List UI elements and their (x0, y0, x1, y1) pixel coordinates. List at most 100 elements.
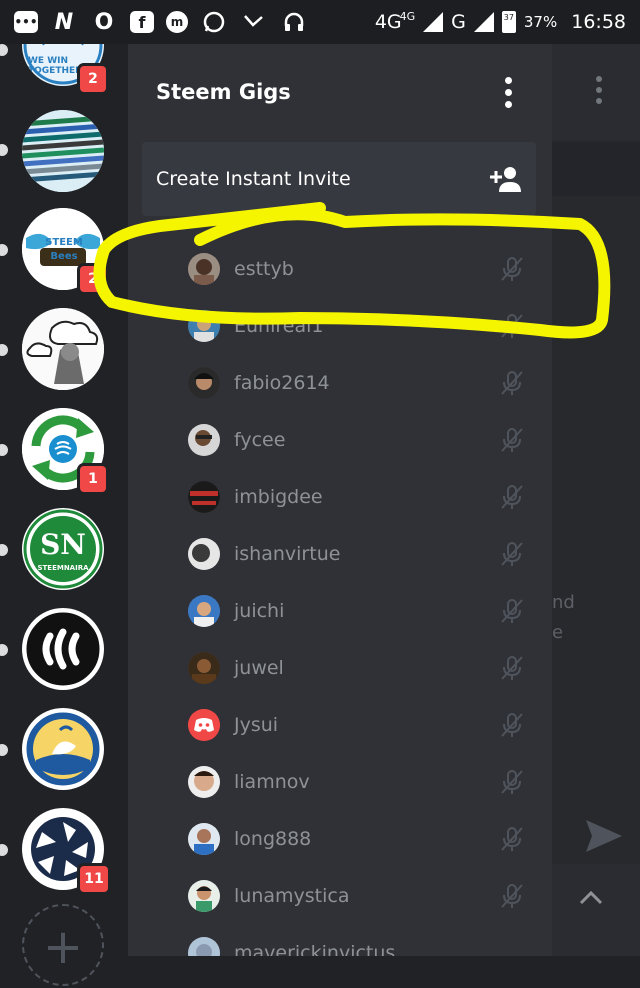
messenger-m-icon: m (166, 11, 188, 33)
member-name: maverickinvictus (234, 942, 396, 956)
chat-area: nd e (552, 44, 640, 956)
discord-default-avatar-icon (188, 709, 220, 741)
facebook-icon: f (130, 11, 154, 33)
unread-indicator (0, 344, 8, 356)
avatar (188, 709, 220, 741)
more-options-icon[interactable] (505, 76, 524, 108)
member-name: Jysui (234, 714, 279, 736)
network-type: 4G (374, 11, 402, 33)
unread-indicator (0, 844, 8, 856)
server-icon-cloud-statue[interactable] (22, 308, 104, 390)
battery-icon: 37 (501, 11, 516, 33)
notification-icons: ••• N O f m (14, 8, 308, 36)
avatar (188, 367, 220, 399)
member-name: juwel (234, 657, 284, 679)
avatar (188, 766, 220, 798)
server-icon-steemit[interactable] (22, 608, 104, 690)
chat-text-fragment: nd (552, 592, 575, 613)
muted-mic-icon (500, 769, 524, 795)
status-bar: ••• N O f m 4G 4G G 37 37% 16:58 (0, 0, 640, 44)
add-server-button[interactable]: + (22, 904, 104, 986)
member-name: ishanvirtue (234, 543, 341, 565)
member-name: Eunireal1 (234, 315, 324, 337)
member-row[interactable]: Eunireal1 (188, 306, 524, 346)
avatar (188, 823, 220, 855)
member-row[interactable]: juichi (188, 591, 524, 631)
unread-indicator (0, 444, 8, 456)
member-row[interactable]: juwel (188, 648, 524, 688)
avatar (188, 652, 220, 684)
member-panel: Steem Gigs Create Instant Invite esttyb … (128, 44, 552, 956)
unread-indicator (0, 544, 8, 556)
carrier-type: G (451, 11, 466, 33)
avatar (188, 481, 220, 513)
member-name: fycee (234, 429, 286, 451)
chat-header (552, 44, 640, 140)
unread-indicator (0, 744, 8, 756)
send-icon[interactable] (584, 818, 624, 858)
muted-mic-icon (500, 256, 524, 282)
signal-icon (423, 12, 444, 32)
member-row[interactable]: ishanvirtue (188, 534, 524, 574)
battery-icon-text: 37 (503, 13, 514, 22)
muted-mic-icon (500, 427, 524, 453)
member-row[interactable]: maverickinvictus (188, 933, 524, 956)
clock: 16:58 (571, 11, 626, 33)
member-row[interactable]: Jysui (188, 705, 524, 745)
muted-mic-icon (500, 826, 524, 852)
member-row[interactable]: imbigdee (188, 477, 524, 517)
chat-text-fragment: e (552, 622, 564, 643)
n-app-icon: N (54, 9, 74, 35)
member-name: long888 (234, 828, 312, 850)
member-name: lunamystica (234, 885, 350, 907)
muted-mic-icon (500, 484, 524, 510)
member-name: imbigdee (234, 486, 323, 508)
chat-more-options-icon[interactable] (596, 76, 602, 104)
server-icon-whale[interactable] (22, 708, 104, 790)
avatar (188, 538, 220, 570)
opera-icon: O (94, 9, 114, 35)
muted-mic-icon (500, 655, 524, 681)
signal-icon-2 (473, 12, 494, 32)
unread-indicator (0, 144, 8, 156)
whatsapp-icon (200, 8, 228, 36)
system-status: 4G 4G G 37 37% 16:58 (374, 9, 626, 33)
member-name: liamnov (234, 771, 310, 793)
member-name: esttyb (234, 258, 294, 280)
member-row[interactable]: esttyb (188, 249, 524, 289)
create-instant-invite-button[interactable]: Create Instant Invite (142, 142, 536, 216)
panel-header: Steem Gigs (128, 44, 552, 140)
server-rail: WE WIN TOGETHER 2 STEEM Bees 2 1 SN STEE… (0, 4, 128, 986)
member-row[interactable]: long888 (188, 819, 524, 859)
muted-mic-icon (500, 883, 524, 909)
server-icon-steemnaira[interactable]: SN STEEMNAIRA (22, 508, 104, 590)
avatar (188, 880, 220, 912)
add-user-icon (486, 164, 522, 194)
muted-mic-icon (500, 541, 524, 567)
invite-label: Create Instant Invite (156, 168, 351, 190)
avatar (188, 424, 220, 456)
avatar (188, 310, 220, 342)
unread-indicator (0, 244, 8, 256)
unread-indicator (0, 44, 8, 56)
server-icon-pencils[interactable] (22, 110, 104, 192)
member-name: juichi (234, 600, 285, 622)
mention-badge: 11 (80, 866, 108, 892)
server-logo-text: SN (40, 528, 86, 561)
member-row[interactable]: lunamystica (188, 876, 524, 916)
member-row[interactable]: fycee (188, 420, 524, 460)
server-logo-subtext: STEEMNAIRA (37, 564, 89, 572)
muted-mic-icon (500, 712, 524, 738)
muted-mic-icon (500, 313, 524, 339)
battery-percent: 37% (523, 13, 558, 31)
avatar (188, 253, 220, 285)
messages-icon: ••• (14, 11, 38, 33)
muted-mic-icon (500, 598, 524, 624)
network-type-small: 4G (399, 9, 416, 23)
member-row[interactable]: fabio2614 (188, 363, 524, 403)
chat-bottom-bar (552, 864, 640, 956)
member-row[interactable]: liamnov (188, 762, 524, 802)
chevron-up-icon[interactable] (578, 888, 604, 910)
avatar (188, 595, 220, 627)
mention-badge: 1 (80, 466, 106, 492)
